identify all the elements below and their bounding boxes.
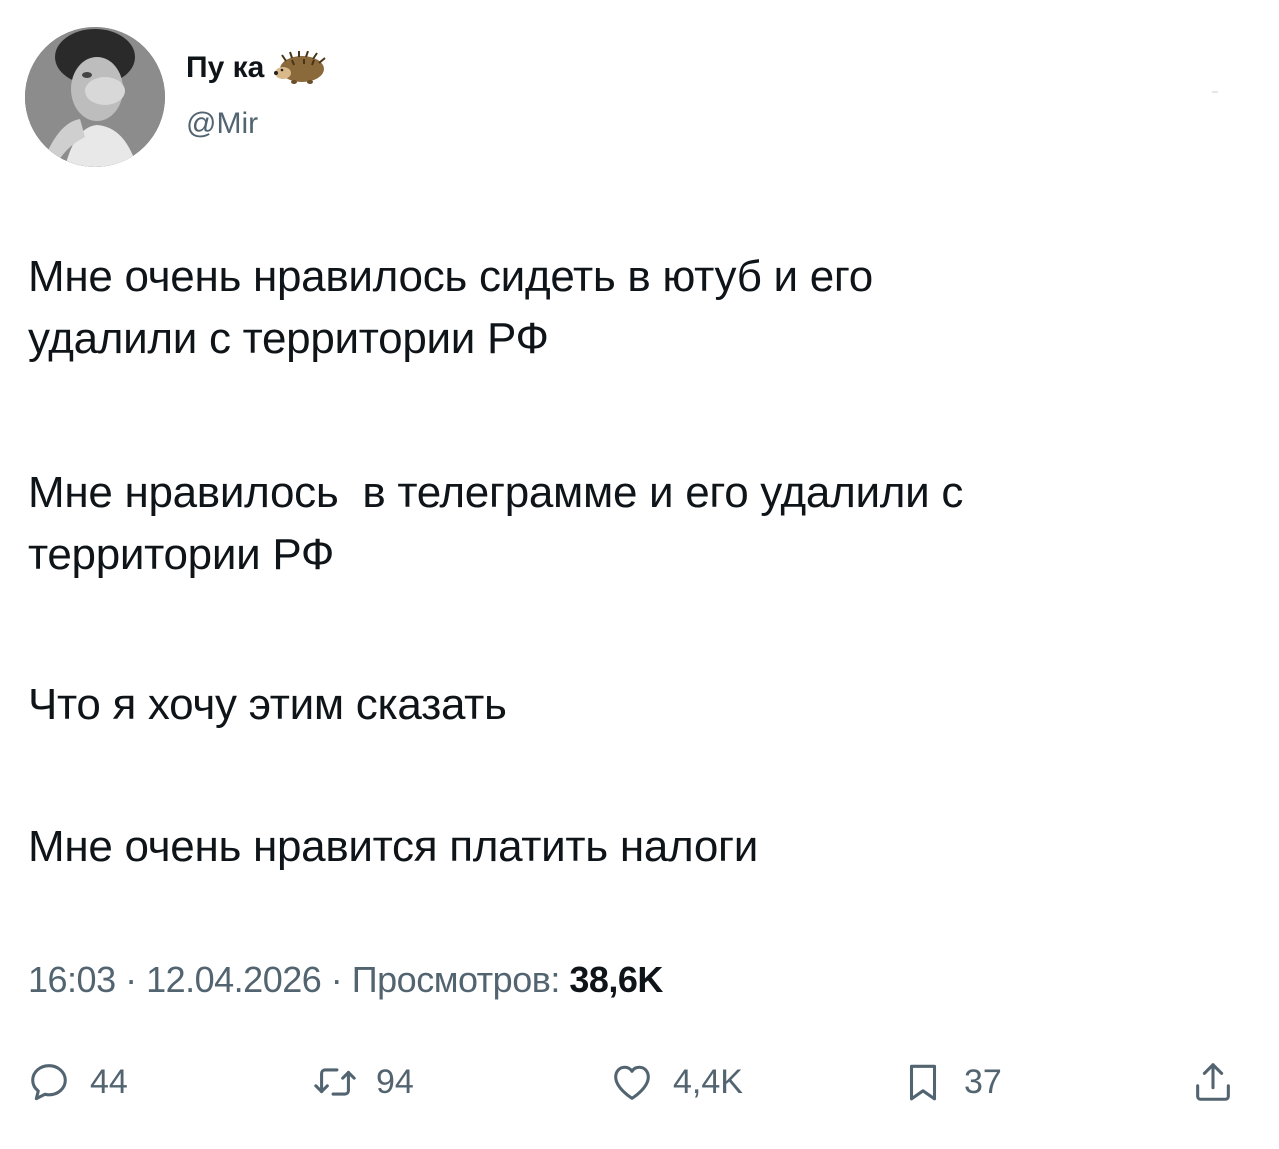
author-handle[interactable]: @Mir (186, 104, 258, 144)
display-name-text[interactable]: Пу ка (186, 48, 264, 88)
retweet-button[interactable]: 94 (312, 1052, 414, 1112)
tweet-date[interactable]: 12.04.2026 (146, 959, 322, 1000)
tweet-text-line: Мне очень нравилось сидеть в ютуб и его (28, 252, 873, 301)
avatar[interactable] (25, 27, 165, 167)
reply-button[interactable]: 44 (26, 1052, 128, 1112)
bookmark-button[interactable]: 37 (900, 1052, 1002, 1112)
tweet-time[interactable]: 16:03 (28, 959, 116, 1000)
author-display-name[interactable]: Пу ка (186, 48, 328, 88)
tweet-meta: 16:03 · 12.04.2026 · Просмотров: 38,6K (28, 955, 663, 1005)
action-bar: 44 94 4,4K 37 (0, 1052, 1279, 1112)
share-button[interactable] (1190, 1052, 1236, 1112)
tweet-paragraph: Что я хочу этим сказать (28, 674, 1248, 736)
views-label: Просмотров: (351, 959, 561, 1000)
reply-count: 44 (90, 1062, 128, 1101)
more-options-icon[interactable] (1212, 91, 1218, 93)
bookmark-icon (900, 1059, 946, 1105)
tweet-text-line: Мне нравилось в телеграмме и его удалили… (28, 468, 964, 517)
like-count: 4,4K (673, 1062, 743, 1101)
hedgehog-icon (274, 50, 328, 85)
tweet-paragraph: Мне очень нравилось сидеть в ютуб и его … (28, 246, 1248, 370)
tweet: Пу ка @Mir Мне очень нравилось сидеть в … (0, 0, 1279, 1149)
tweet-paragraph: Мне нравилось в телеграмме и его удалили… (28, 462, 1248, 586)
share-icon (1190, 1059, 1236, 1105)
meta-separator: · (115, 959, 147, 1000)
retweet-count: 94 (376, 1062, 414, 1101)
meta-separator: · (321, 959, 352, 1000)
views-count: 38,6K (569, 959, 663, 1000)
tweet-text-line: Мне очень нравится платить налоги (28, 822, 759, 871)
heart-icon (609, 1059, 655, 1105)
retweet-icon (312, 1059, 358, 1105)
like-button[interactable]: 4,4K (609, 1052, 743, 1112)
tweet-text-line: удалили с территории РФ (28, 314, 549, 363)
avatar-image (25, 27, 165, 167)
tweet-paragraph: Мне очень нравится платить налоги (28, 816, 1248, 878)
tweet-text-line: территории РФ (28, 530, 335, 579)
bookmark-count: 37 (964, 1062, 1002, 1101)
comment-icon (26, 1059, 72, 1105)
tweet-text-line: Что я хочу этим сказать (28, 680, 507, 729)
